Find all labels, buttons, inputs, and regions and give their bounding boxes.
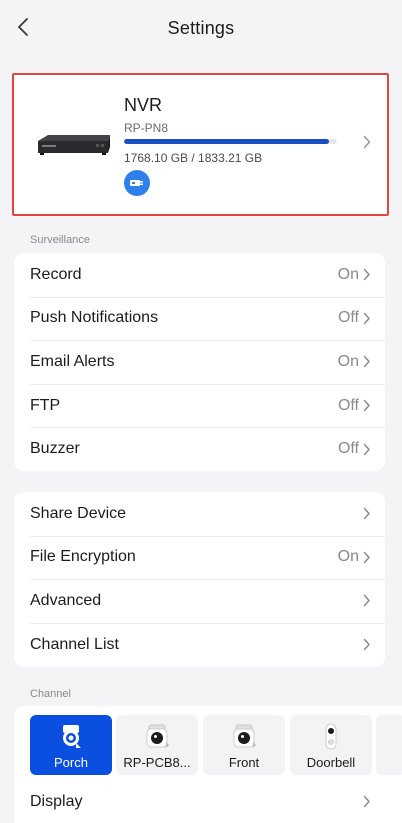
display-row[interactable]: Display bbox=[14, 780, 385, 823]
row-value: On bbox=[337, 265, 359, 283]
hard-drive-icon bbox=[130, 180, 143, 186]
channel-name: Porch bbox=[54, 755, 88, 770]
camera-offline-icon bbox=[233, 724, 256, 748]
nvr-device-image bbox=[38, 135, 110, 155]
page-title: Settings bbox=[167, 17, 235, 38]
hdd-status-badge bbox=[124, 170, 150, 196]
push-notifications-row[interactable]: Push Notifications Off bbox=[14, 296, 385, 341]
chevron-right-icon bbox=[363, 551, 370, 564]
top-bar: Settings bbox=[0, 0, 402, 56]
channel-name: Front bbox=[228, 755, 260, 770]
section-label-channel: Channel bbox=[30, 688, 71, 700]
chevron-right-icon bbox=[363, 595, 370, 607]
chevron-right-icon bbox=[363, 356, 370, 368]
surveillance-settings-group: Record On Push Notifications Off Email A… bbox=[14, 253, 385, 471]
row-label: Advanced bbox=[30, 591, 102, 609]
channel-name: RP-PCB8... bbox=[123, 755, 191, 770]
storage-usage-text: 1768.10 GB / 1833.21 GB bbox=[124, 151, 263, 165]
row-label: Email Alerts bbox=[30, 352, 115, 370]
row-label: Record bbox=[30, 265, 82, 283]
row-label: File Encryption bbox=[30, 548, 136, 566]
file-encryption-row[interactable]: File Encryption On bbox=[14, 535, 385, 580]
storage-progress-fill bbox=[124, 139, 330, 144]
row-value: Off bbox=[337, 396, 359, 414]
channel-tile-porch[interactable]: Porch bbox=[30, 715, 112, 775]
channel-list-row[interactable]: Channel List bbox=[14, 622, 385, 667]
channel-tile-doorbell[interactable]: Doorbell bbox=[290, 715, 372, 775]
channel-tile-front[interactable]: Front bbox=[203, 715, 285, 775]
camera-icon bbox=[63, 725, 81, 748]
advanced-row[interactable]: Advanced bbox=[14, 579, 385, 623]
device-name: NVR bbox=[124, 95, 163, 115]
ftp-row[interactable]: FTP Off bbox=[14, 383, 385, 428]
row-value: Off bbox=[337, 309, 359, 327]
chevron-right-icon bbox=[363, 508, 370, 520]
back-button[interactable] bbox=[8, 12, 38, 42]
doorbell-icon bbox=[325, 723, 337, 750]
device-model: RP-PN8 bbox=[124, 121, 169, 135]
row-value: On bbox=[337, 548, 359, 566]
device-card[interactable]: NVR RP-PN8 1768.10 GB / 1833.21 GB bbox=[12, 73, 389, 216]
row-label: Share Device bbox=[30, 504, 127, 522]
chevron-right-icon bbox=[363, 795, 370, 808]
chevron-right-icon bbox=[363, 312, 370, 325]
camera-offline-icon bbox=[146, 724, 169, 748]
row-label: FTP bbox=[30, 396, 61, 414]
buzzer-row[interactable]: Buzzer Off bbox=[14, 427, 385, 471]
row-value: Off bbox=[337, 440, 359, 458]
general-settings-group: Share Device File Encryption On Advanced… bbox=[14, 492, 385, 667]
email-alerts-row[interactable]: Email Alerts On bbox=[14, 340, 385, 384]
channel-tile-rp-pcb8[interactable]: RP-PCB8... bbox=[116, 715, 198, 775]
row-label: Display bbox=[30, 792, 83, 810]
share-device-row[interactable]: Share Device bbox=[14, 492, 385, 536]
record-row[interactable]: Record On bbox=[14, 253, 385, 297]
row-label: Push Notifications bbox=[30, 309, 159, 327]
row-label: Channel List bbox=[30, 635, 119, 653]
channel-selector: Porch RP-PCB8... Front Doorbell Display bbox=[14, 706, 402, 823]
section-label-surveillance: Surveillance bbox=[30, 234, 90, 246]
storage-progress-bar bbox=[124, 139, 337, 144]
chevron-left-icon bbox=[18, 18, 28, 36]
row-label: Buzzer bbox=[30, 440, 80, 458]
chevron-right-icon bbox=[363, 638, 370, 651]
chevron-right-icon bbox=[363, 443, 370, 455]
chevron-right-icon bbox=[363, 399, 370, 412]
channel-tile-partial[interactable] bbox=[376, 715, 402, 775]
row-value: On bbox=[337, 352, 359, 370]
channel-name: Doorbell bbox=[306, 755, 356, 770]
chevron-right-icon bbox=[363, 135, 371, 149]
chevron-right-icon bbox=[363, 269, 370, 281]
